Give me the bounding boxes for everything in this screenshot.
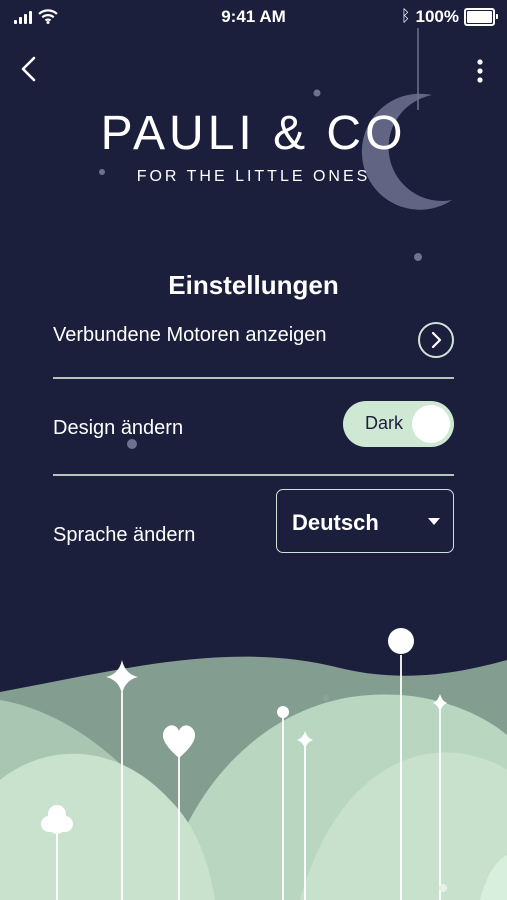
battery-icon: [464, 8, 498, 26]
language-select[interactable]: Deutsch: [276, 489, 454, 553]
chevron-right-icon: [431, 331, 442, 349]
design-label: Design ändern: [53, 417, 184, 439]
brand-name: PAULI & CO: [100, 107, 407, 160]
open-motors-button[interactable]: [418, 322, 454, 358]
sparkle-icon: [106, 660, 138, 694]
sparkle-icon: [433, 694, 447, 712]
page-title: Einstellungen: [168, 270, 339, 300]
brand-logo: PAULI & CO FOR THE LITTLE ONES: [0, 108, 507, 186]
hills-illustration: [0, 656, 507, 900]
language-select-value: Deutsch: [292, 510, 379, 535]
divider: [53, 377, 454, 379]
dot-flower-icon: [277, 706, 289, 718]
battery-percentage: 100%: [415, 7, 459, 26]
design-toggle[interactable]: Dark: [343, 401, 454, 447]
chevron-left-icon: [21, 56, 36, 82]
divider: [53, 474, 454, 476]
sparkle-icon: [297, 731, 313, 749]
toggle-knob: [412, 405, 450, 443]
caret-down-icon: [428, 518, 440, 525]
design-toggle-value: Dark: [365, 413, 404, 433]
more-menu-button[interactable]: [475, 58, 485, 86]
connected-motors-label: Verbundene Motoren anzeigen: [53, 324, 327, 346]
moon-flower-icon: [388, 628, 414, 654]
cloud-icon: [41, 805, 73, 834]
brand-tagline: FOR THE LITTLE ONES: [136, 168, 371, 185]
bluetooth-icon: ᛒ: [400, 8, 411, 25]
status-bar: 9:41 AM ᛒ 100%: [0, 0, 507, 34]
more-vertical-icon: [477, 59, 483, 83]
back-button[interactable]: [16, 54, 42, 84]
heart-icon: [162, 725, 196, 758]
status-right: ᛒ 100%: [400, 7, 498, 27]
language-label: Sprache ändern: [53, 524, 196, 546]
